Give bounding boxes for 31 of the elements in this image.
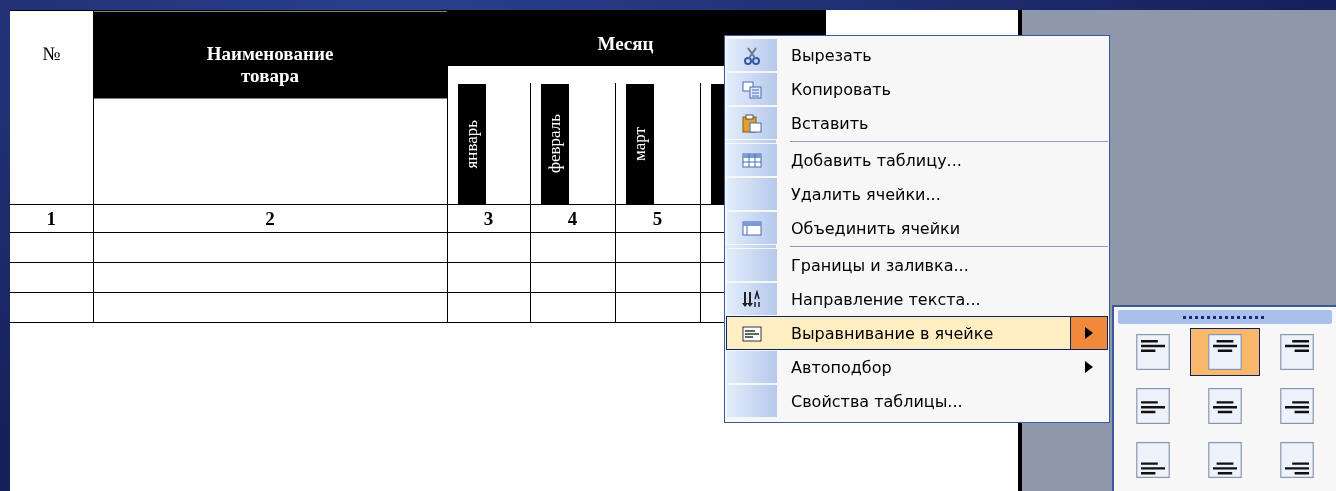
month-header: февраль <box>540 84 569 204</box>
align-button[interactable] <box>1190 328 1260 376</box>
drag-handle[interactable] <box>1118 310 1332 324</box>
menu-item[interactable]: Направление текста... <box>726 282 1108 316</box>
column-number: 3 <box>483 207 494 229</box>
menu-item[interactable]: Свойства таблицы... <box>726 384 1108 418</box>
menu-item[interactable]: Добавить таблицу... <box>726 143 1108 177</box>
scissors-icon <box>742 45 762 65</box>
column-number: 5 <box>652 207 663 229</box>
menu-item[interactable]: Удалить ячейки... <box>726 177 1108 211</box>
merge-cells-icon <box>742 218 762 238</box>
column-number: 4 <box>567 207 578 229</box>
align-icon <box>742 323 762 343</box>
column-number: 2 <box>265 207 275 229</box>
copy-icon <box>742 79 762 99</box>
table-icon <box>742 150 762 170</box>
submenu-arrow-icon <box>1085 361 1093 373</box>
menu-item[interactable]: Объединить ячейки <box>726 211 1108 245</box>
paste-icon <box>742 113 762 133</box>
menu-item[interactable]: Вставить <box>726 106 1108 140</box>
text-direction-icon <box>742 289 762 309</box>
column-header: Наименование товара <box>205 42 335 87</box>
menu-item[interactable]: Выравнивание в ячейке <box>726 316 1108 350</box>
column-number: 1 <box>46 207 56 229</box>
menu-item[interactable]: Копировать <box>726 72 1108 106</box>
month-header: январь <box>457 84 486 204</box>
menu-item[interactable]: Автоподбор <box>726 350 1108 384</box>
menu-item[interactable]: Границы и заливка... <box>726 248 1108 282</box>
column-header: № <box>42 43 61 65</box>
submenu-arrow-icon <box>1085 327 1093 339</box>
month-header: март <box>625 84 654 204</box>
